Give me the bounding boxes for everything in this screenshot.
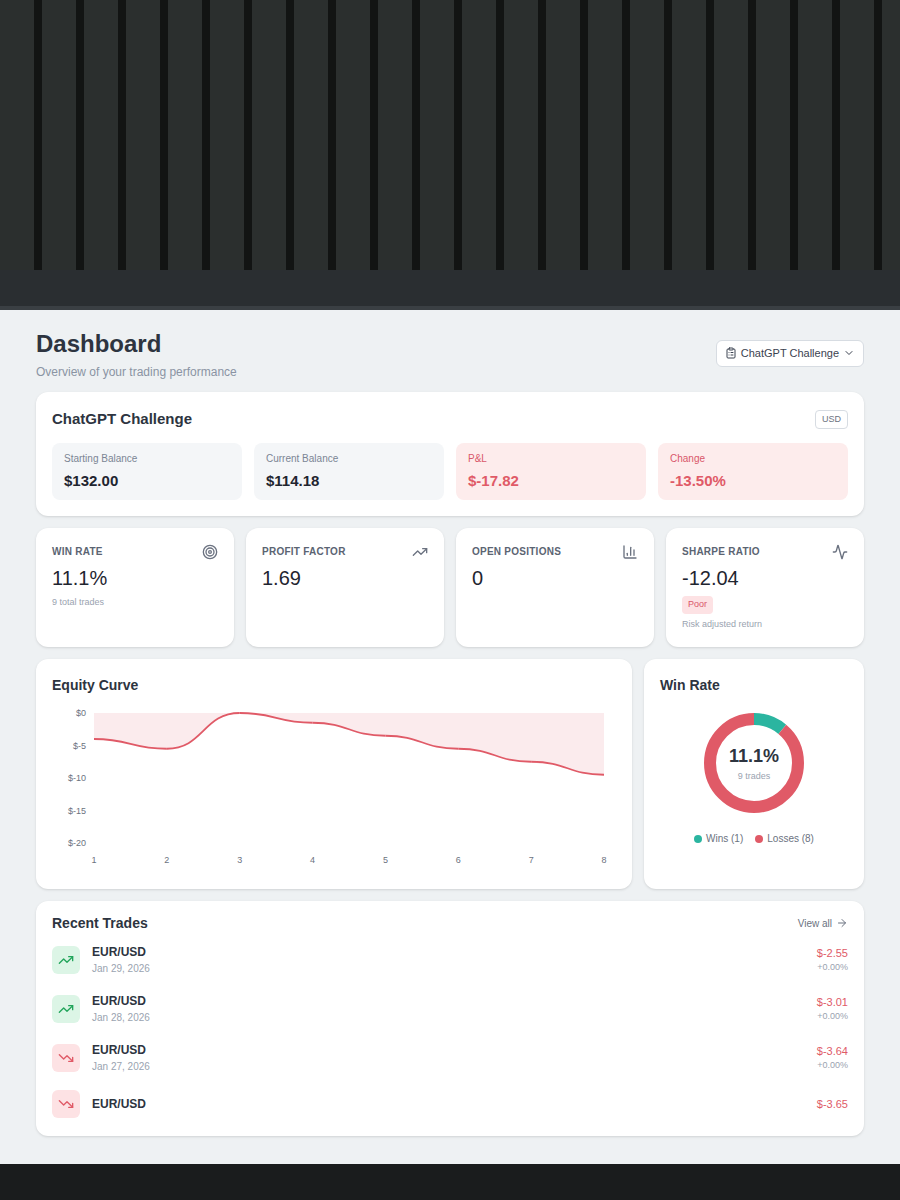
win-rate-card: Win Rate11.1%9 tradesWins (1)Losses (8) [644, 659, 864, 889]
account-selector[interactable]: ChatGPT Challenge [716, 340, 864, 367]
equity-series [94, 713, 604, 775]
x-tick: 8 [601, 855, 606, 865]
x-tick: 2 [164, 855, 169, 865]
trade-row[interactable]: EUR/USDJan 28, 2026$-3.01+0.00% [52, 986, 848, 1031]
account-stat: Current Balance$114.18 [254, 443, 444, 501]
donut-segment [710, 719, 798, 807]
trade-row[interactable]: EUR/USD$-3.65 [52, 1084, 848, 1124]
metric-card: PROFIT FACTOR1.69 [246, 528, 444, 647]
view-all-link[interactable]: View all [798, 916, 848, 931]
x-tick: 7 [529, 855, 534, 865]
page-title: Dashboard [36, 328, 237, 360]
legend-item: Losses (8) [755, 831, 814, 846]
clipboard-icon [725, 347, 737, 359]
desk [0, 1164, 900, 1200]
account-stat: Starting Balance$132.00 [52, 443, 242, 501]
x-tick: 1 [91, 855, 96, 865]
y-tick: $-10 [68, 773, 86, 783]
x-tick: 6 [456, 855, 461, 865]
page-subtitle: Overview of your trading performance [36, 364, 237, 380]
account-stat: P&L$-17.82 [456, 443, 646, 501]
x-tick: 4 [310, 855, 315, 865]
screen: Dashboard Overview of your trading perfor… [0, 310, 900, 1164]
account-card: ChatGPT Challenge USD Starting Balance$132… [36, 392, 864, 516]
y-tick: $-5 [73, 741, 86, 751]
equity-segment [531, 762, 604, 775]
trending-up-icon [58, 952, 74, 968]
trade-row[interactable]: EUR/USDJan 27, 2026$-3.64+0.00% [52, 1035, 848, 1080]
equity-segment [94, 739, 167, 749]
equity-area [94, 713, 604, 775]
x-tick: 3 [237, 855, 242, 865]
trending-down-icon [58, 1050, 74, 1066]
metric-card: OPEN POSITIONS0 [456, 528, 654, 647]
monitor-bezel [0, 270, 900, 310]
donut-segment [710, 719, 798, 807]
equity-segment [240, 713, 313, 723]
direction-badge [52, 995, 80, 1023]
equity-segment [167, 713, 240, 749]
arrow-right-icon [836, 917, 848, 929]
direction-badge [52, 1090, 80, 1118]
trending-down-icon [58, 1096, 74, 1112]
trending-up-icon [58, 1001, 74, 1017]
direction-badge [52, 946, 80, 974]
y-tick: $0 [76, 708, 86, 718]
open-positions-icon [622, 544, 638, 560]
profit-factor-icon [412, 544, 428, 560]
equity-chart: $0 $-5 $-10 $-15 $-20 1 2 3 4 5 6 7 8 [52, 703, 616, 873]
rating-badge: Poor [682, 596, 713, 614]
donut-legend: Wins (1) Losses (8) [694, 831, 814, 846]
win-rate-icon [202, 544, 218, 560]
sharpe-icon [832, 544, 848, 560]
recent-trades-card: Recent TradesView allEUR/USDJan 29, 2026… [36, 901, 864, 1136]
equity-curve-card: Equity Curve$0$-5$-10$-15$-2012345678 [36, 659, 632, 889]
metric-card: WIN RATE11.1%9 total trades [36, 528, 234, 647]
chevron-down-icon [843, 347, 855, 359]
page-header: Dashboard Overview of your trading perfor… [36, 328, 864, 380]
legend-item: Wins (1) [694, 831, 743, 846]
y-tick: $-15 [68, 806, 86, 816]
equity-segment [385, 736, 458, 749]
x-tick: 5 [383, 855, 388, 865]
y-tick: $-20 [68, 838, 86, 848]
metric-card: SHARPE RATIO-12.04PoorRisk adjusted retu… [666, 528, 864, 647]
equity-segment [458, 749, 531, 762]
photo: Dashboard Overview of your trading perfor… [0, 0, 900, 1200]
account-name: ChatGPT Challenge [52, 408, 192, 431]
equity-segment [313, 723, 386, 736]
trade-row[interactable]: EUR/USDJan 29, 2026$-2.55+0.00% [52, 937, 848, 982]
account-stat: Change-13.50% [658, 443, 848, 501]
wall-slats [0, 0, 900, 270]
direction-badge [52, 1044, 80, 1072]
currency-badge: USD [815, 410, 848, 430]
